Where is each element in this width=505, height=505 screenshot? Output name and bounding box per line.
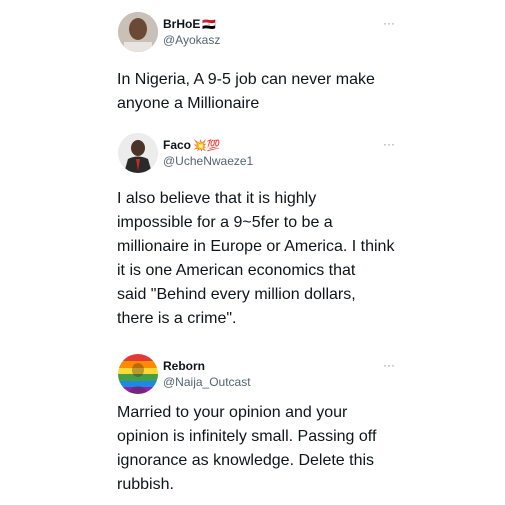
avatar-photo-icon [118,133,158,173]
more-options-icon[interactable]: ··· [381,17,397,29]
rainbow-avatar-icon [118,354,158,394]
avatar[interactable] [118,133,158,173]
avatar[interactable] [118,12,158,52]
author-name[interactable]: Reborn [163,359,205,373]
avatar-photo-icon [118,12,158,52]
author-name[interactable]: Faco 💥💯 [163,138,220,152]
author-handle[interactable]: @UcheNwaeze1 [163,154,253,168]
author-name-text: Faco [163,138,192,152]
tweet-text: Married to your opinion and your opinion… [117,404,377,493]
author-handle[interactable]: @Naija_Outcast [163,375,251,389]
author-name-text: BrHoE [163,17,201,31]
tweet-text: In Nigeria, A 9-5 job can never make any… [117,71,375,112]
more-options-icon[interactable]: ··· [381,138,397,150]
avatar[interactable] [118,354,158,394]
tweet-text: I also believe that it is highly impossi… [117,190,395,327]
more-options-icon[interactable]: ··· [381,359,397,371]
author-name[interactable]: BrHoE 🇪🇬 [163,17,216,31]
flag-emoji: 🇪🇬 [202,19,217,31]
author-name-text: Reborn [163,359,205,373]
author-handle[interactable]: @Ayokasz [163,33,220,47]
name-emojis: 💥💯 [193,140,221,152]
